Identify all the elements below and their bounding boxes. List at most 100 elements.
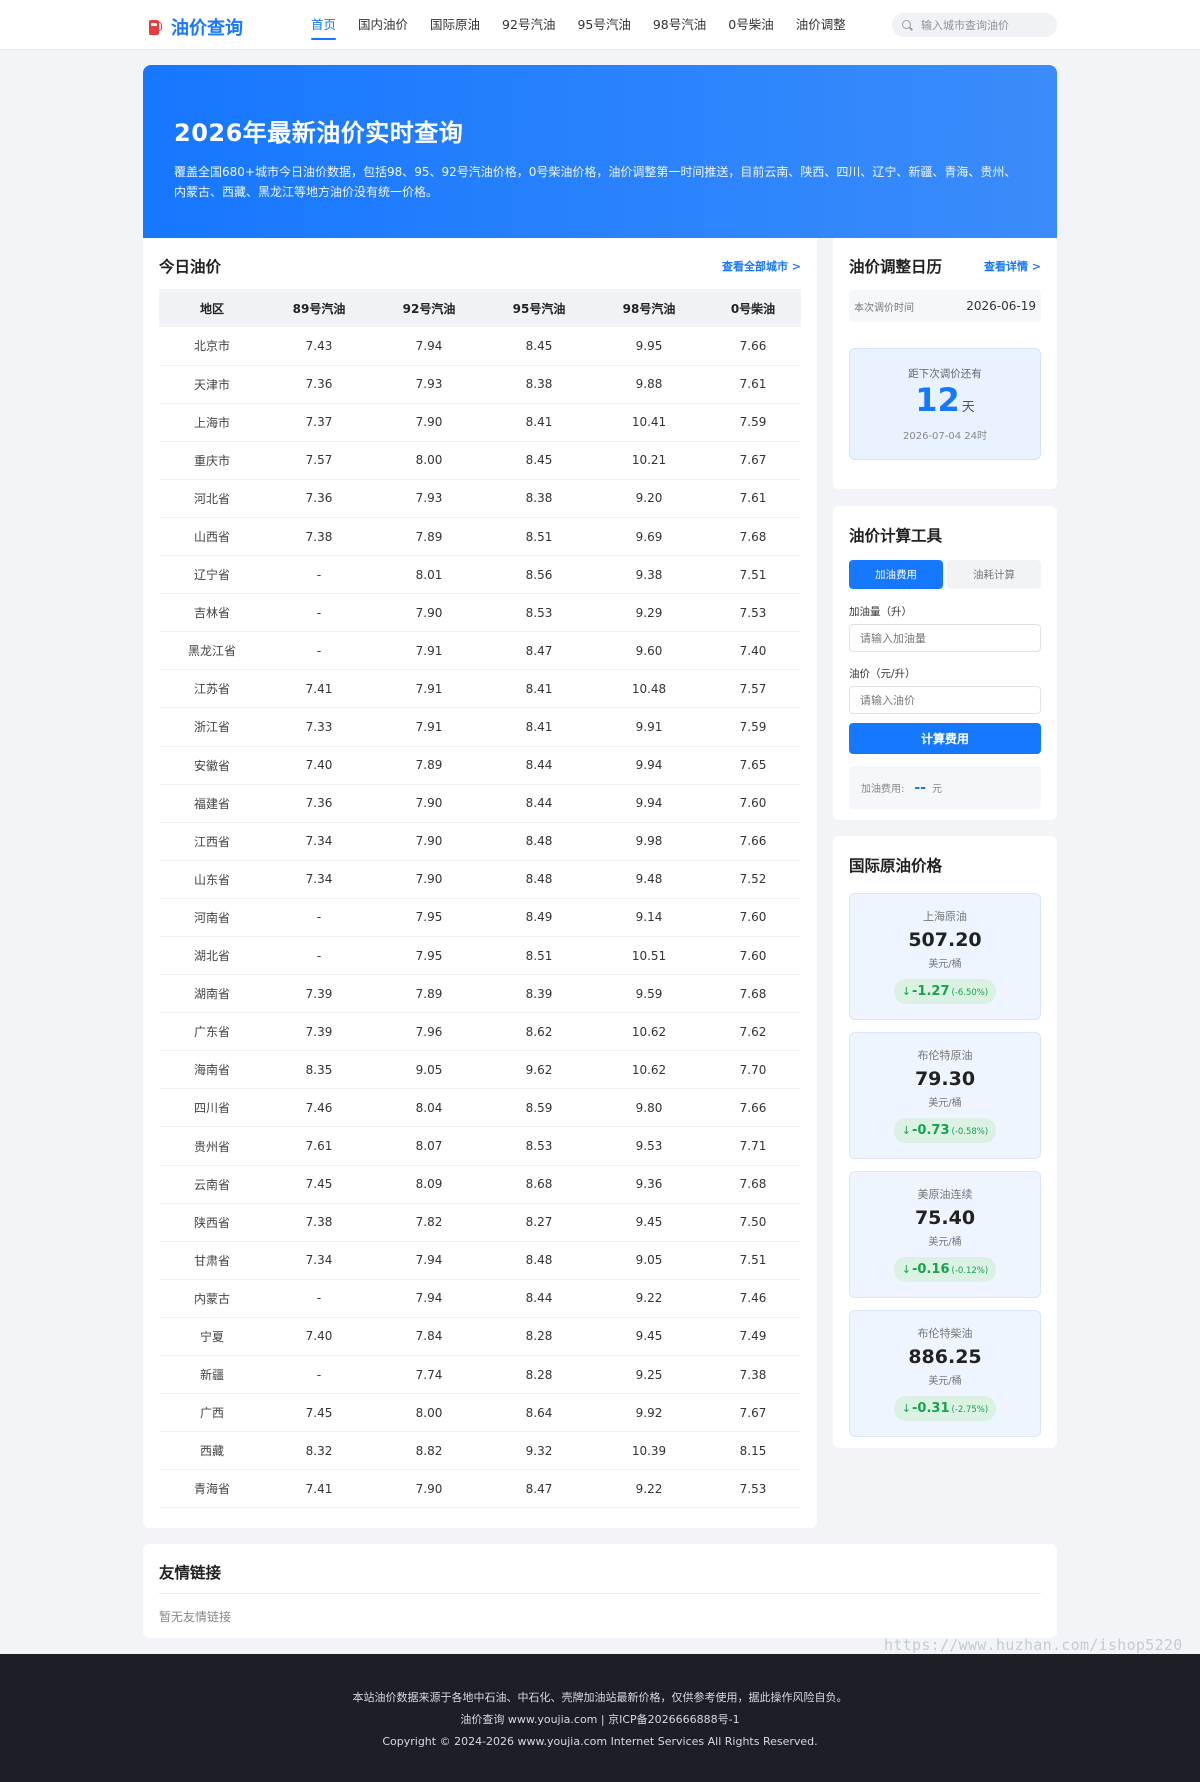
price-cell: 10.41 [593, 403, 705, 442]
calculate-button[interactable]: 计算费用 [849, 723, 1041, 754]
crude-item[interactable]: 布伦特柴油 886.25 美元/桶 ↓ -0.31 (-2.75%) [849, 1310, 1041, 1437]
price-cell: 7.34 [265, 1241, 373, 1280]
crude-item[interactable]: 布伦特原油 79.30 美元/桶 ↓ -0.73 (-0.58%) [849, 1032, 1041, 1159]
price-cell: 9.14 [593, 898, 705, 938]
price-cell: 9.05 [373, 1050, 485, 1090]
region-cell: 海南省 [159, 1050, 265, 1090]
price-cell: 7.53 [705, 1469, 801, 1509]
nav-home[interactable]: 首页 [311, 0, 337, 50]
amount-input[interactable] [849, 624, 1041, 652]
nav-95[interactable]: 95号汽油 [577, 0, 630, 50]
crude-price: 75.40 [914, 1207, 976, 1229]
price-cell: - [265, 555, 373, 595]
region-cell: 广西 [159, 1393, 265, 1433]
price-cell: 9.29 [593, 593, 705, 633]
view-all-cities-link[interactable]: 查看全部城市 > [722, 258, 801, 274]
price-cell: 8.45 [485, 441, 593, 480]
price-cell: 8.44 [485, 784, 593, 823]
price-cell: 8.01 [373, 555, 485, 595]
price-input[interactable] [849, 686, 1041, 714]
footer-disclaimer: 本站油价数据来源于各地中石油、中石化、壳牌加油站最新价格，仅供参考使用，据此操作… [352, 1691, 848, 1704]
nav-98[interactable]: 98号汽油 [653, 0, 706, 50]
price-cell: 7.57 [705, 669, 801, 709]
price-cell: 7.45 [265, 1165, 373, 1204]
view-details-link[interactable]: 查看详情 > [984, 258, 1041, 274]
nav-adjust[interactable]: 油价调整 [796, 0, 846, 50]
price-cell: 7.68 [705, 1165, 801, 1204]
price-cell: 9.59 [593, 974, 705, 1014]
price-cell: 7.62 [705, 1012, 801, 1052]
crude-list: 上海原油 507.20 美元/桶 ↓ -1.27 (-6.50%) 布伦特原油 79.30 美元… [849, 893, 1041, 1437]
change-value: -0.16 [912, 1262, 950, 1277]
table-row: 黑龙江省 -7.91 8.47 9.60 7.40 [159, 631, 801, 671]
crude-unit: 美元/桶 [928, 1376, 962, 1387]
tab-fuel-cost[interactable]: 加油费用 [849, 560, 943, 589]
region-cell: 甘肃省 [159, 1241, 265, 1280]
column-header: 92号汽油 [402, 301, 456, 316]
table-row: 上海市 7.37 7.90 8.41 10.41 7.59 [159, 403, 801, 442]
search-icon[interactable] [902, 19, 913, 31]
price-cell: 7.45 [265, 1393, 373, 1433]
column-header: 地区 [199, 301, 224, 316]
price-cell: 8.41 [485, 669, 593, 709]
table-row: 天津市 7.36 7.93 8.38 9.88 7.61 [159, 365, 801, 404]
days-value: 12 [915, 381, 960, 419]
change-badge: ↓ -1.27 (-6.50%) [893, 979, 997, 1004]
price-cell: 8.47 [485, 631, 593, 671]
price-cell: 9.60 [593, 631, 705, 671]
table-row: 重庆市 7.57 8.00 8.45 10.21 7.67 [159, 441, 801, 480]
nav-domestic[interactable]: 国内油价 [358, 0, 408, 50]
price-cell: 7.89 [373, 517, 485, 557]
price-cell: 7.51 [705, 1241, 801, 1280]
price-cell: 7.90 [373, 860, 485, 899]
price-cell: 7.33 [265, 707, 373, 747]
down-arrow-icon: ↓ [901, 985, 912, 998]
price-cell: 7.82 [373, 1203, 485, 1242]
price-cell: 7.38 [265, 1203, 373, 1242]
price-cell: 8.07 [373, 1126, 485, 1166]
nav-92[interactable]: 92号汽油 [502, 0, 555, 50]
table-row: 西藏 8.32 8.82 9.32 10.39 8.15 [159, 1431, 801, 1471]
price-cell: 8.45 [485, 327, 593, 366]
result-value: -- [914, 779, 926, 796]
crude-item[interactable]: 上海原油 507.20 美元/桶 ↓ -1.27 (-6.50%) [849, 893, 1041, 1020]
region-cell: 河北省 [159, 479, 265, 518]
price-cell: 7.94 [373, 327, 485, 366]
table-row: 贵州省 7.61 8.07 8.53 9.53 7.71 [159, 1126, 801, 1166]
table-row: 青海省 7.41 7.90 8.47 9.22 7.53 [159, 1469, 801, 1509]
price-cell: 8.38 [485, 479, 593, 518]
countdown-days: 12 天 [850, 381, 1040, 427]
table-row: 宁夏 7.40 7.84 8.28 9.45 7.49 [159, 1317, 801, 1357]
footer-icp[interactable]: 油价查询 www.youjia.com | 京ICP备2026666888号-1 [0, 1709, 1200, 1731]
column-header: 95号汽油 [512, 301, 566, 316]
price-cell: 8.56 [485, 555, 593, 595]
tab-fuel-consumption[interactable]: 油耗计算 [947, 560, 1041, 589]
price-cell: 7.68 [705, 517, 801, 557]
table-row: 江西省 7.34 7.90 8.48 9.98 7.66 [159, 822, 801, 861]
nav-international[interactable]: 国际原油 [430, 0, 480, 50]
region-cell: 四川省 [159, 1088, 265, 1128]
price-cell: 8.51 [485, 517, 593, 557]
price-cell: 7.71 [705, 1126, 801, 1166]
price-cell: 8.53 [485, 1126, 593, 1166]
price-cell: 8.32 [265, 1431, 373, 1471]
region-cell: 宁夏 [159, 1317, 265, 1357]
price-cell: 9.22 [593, 1469, 705, 1509]
result-label: 加油费用: [861, 784, 905, 795]
price-cell: - [265, 898, 373, 938]
crude-item[interactable]: 美原油连续 75.40 美元/桶 ↓ -0.16 (-0.12%) [849, 1171, 1041, 1298]
nav-diesel[interactable]: 0号柴油 [728, 0, 773, 50]
site-logo[interactable]: 油价查询 [148, 14, 243, 40]
price-cell: 7.67 [705, 441, 801, 480]
table-row: 广西 7.45 8.00 8.64 9.92 7.67 [159, 1393, 801, 1433]
price-cell: 7.49 [705, 1317, 801, 1357]
table-row: 福建省 7.36 7.90 8.44 9.94 7.60 [159, 784, 801, 823]
friend-links-card: 友情链接 暂无友情链接 [143, 1544, 1057, 1638]
price-cell: 7.96 [373, 1012, 485, 1052]
crude-name: 布伦特柴油 [917, 1327, 973, 1340]
search-input[interactable] [921, 18, 1051, 32]
footer: 本站油价数据来源于各地中石油、中石化、壳牌加油站最新价格，仅供参考使用，据此操作… [0, 1654, 1200, 1782]
price-cell: 7.38 [265, 517, 373, 557]
price-cell: 7.51 [705, 555, 801, 595]
price-cell: 9.45 [593, 1203, 705, 1242]
